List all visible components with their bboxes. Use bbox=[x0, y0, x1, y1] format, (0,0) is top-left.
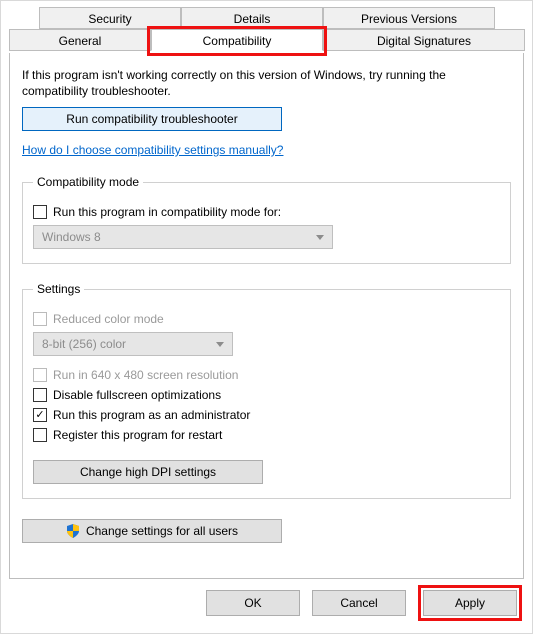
compatibility-panel: If this program isn't working correctly … bbox=[9, 53, 524, 579]
tab-general[interactable]: General bbox=[9, 29, 151, 51]
ok-button[interactable]: OK bbox=[206, 590, 300, 616]
reduced-color-checkbox bbox=[33, 312, 47, 326]
register-restart-label: Register this program for restart bbox=[53, 428, 222, 442]
tab-strip: Security Details Previous Versions Gener… bbox=[9, 7, 524, 55]
disable-fullscreen-label: Disable fullscreen optimizations bbox=[53, 388, 221, 402]
settings-legend: Settings bbox=[33, 282, 84, 296]
manual-settings-link[interactable]: How do I choose compatibility settings m… bbox=[22, 143, 283, 157]
chevron-down-icon bbox=[316, 235, 324, 240]
compat-mode-select-value: Windows 8 bbox=[42, 230, 101, 244]
color-mode-select-value: 8-bit (256) color bbox=[42, 337, 126, 351]
intro-text: If this program isn't working correctly … bbox=[22, 67, 452, 99]
compat-mode-checkbox-label: Run this program in compatibility mode f… bbox=[53, 205, 281, 219]
highlight-apply-button: Apply bbox=[418, 585, 522, 621]
run-640-label: Run in 640 x 480 screen resolution bbox=[53, 368, 238, 382]
register-restart-checkbox[interactable] bbox=[33, 428, 47, 442]
cancel-button[interactable]: Cancel bbox=[312, 590, 406, 616]
tab-previous-versions[interactable]: Previous Versions bbox=[323, 7, 495, 29]
compatibility-mode-legend: Compatibility mode bbox=[33, 175, 143, 189]
run-640-checkbox bbox=[33, 368, 47, 382]
dialog-button-row: OK Cancel Apply bbox=[206, 585, 522, 621]
chevron-down-icon bbox=[216, 342, 224, 347]
change-dpi-button[interactable]: Change high DPI settings bbox=[33, 460, 263, 484]
disable-fullscreen-checkbox[interactable] bbox=[33, 388, 47, 402]
tab-security[interactable]: Security bbox=[39, 7, 181, 29]
settings-group: Settings Reduced color mode 8-bit (256) … bbox=[22, 282, 511, 499]
compat-mode-checkbox[interactable] bbox=[33, 205, 47, 219]
reduced-color-label: Reduced color mode bbox=[53, 312, 164, 326]
compatibility-mode-group: Compatibility mode Run this program in c… bbox=[22, 175, 511, 264]
shield-icon bbox=[66, 524, 80, 538]
compat-mode-select[interactable]: Windows 8 bbox=[33, 225, 333, 249]
change-all-users-button[interactable]: Change settings for all users bbox=[22, 519, 282, 543]
tab-details[interactable]: Details bbox=[181, 7, 323, 29]
tab-digital-signatures[interactable]: Digital Signatures bbox=[323, 29, 525, 51]
tab-compatibility[interactable]: Compatibility bbox=[151, 29, 323, 51]
change-all-users-label: Change settings for all users bbox=[86, 524, 238, 538]
apply-button[interactable]: Apply bbox=[423, 590, 517, 616]
color-mode-select: 8-bit (256) color bbox=[33, 332, 233, 356]
run-troubleshooter-button[interactable]: Run compatibility troubleshooter bbox=[22, 107, 282, 131]
run-as-admin-label: Run this program as an administrator bbox=[53, 408, 250, 422]
run-as-admin-checkbox[interactable] bbox=[33, 408, 47, 422]
